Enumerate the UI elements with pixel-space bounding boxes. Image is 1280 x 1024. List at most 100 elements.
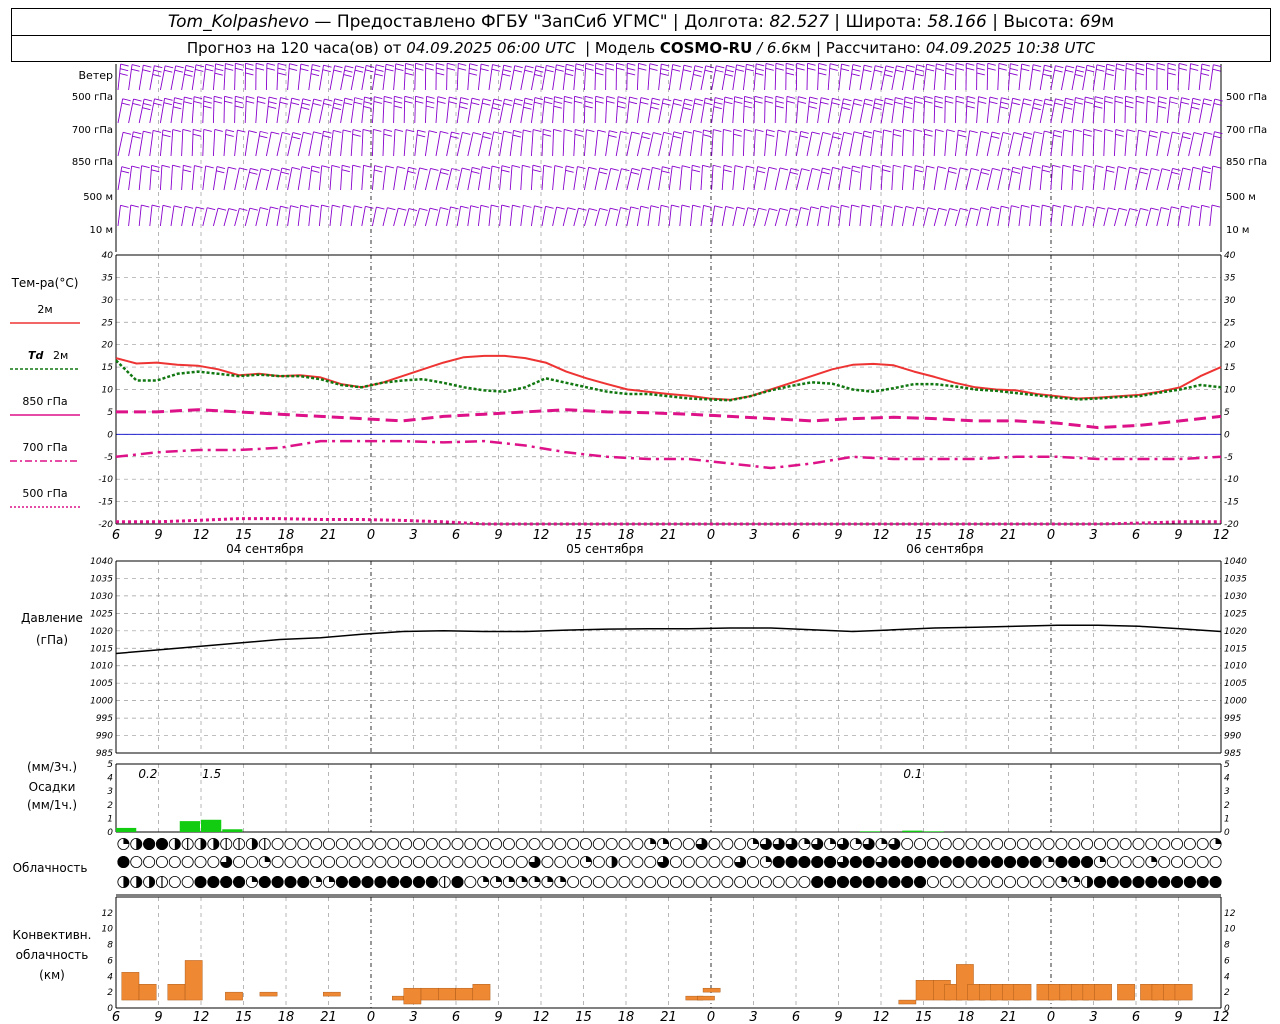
- wind-barb: [965, 168, 972, 191]
- wind-barb: [838, 205, 842, 227]
- wind-barb: [1124, 208, 1131, 227]
- wind-barb-flag: [1172, 168, 1181, 171]
- wind-barb-flag: [599, 208, 608, 211]
- wind-barb-flag: [480, 68, 489, 72]
- wind-barb: [594, 208, 601, 227]
- wind-barb-flag: [851, 169, 860, 173]
- wind-barb-flag: [152, 73, 161, 77]
- wind-barb: [117, 63, 122, 91]
- cloud-cover-icon: [297, 838, 310, 851]
- wind-barb-flag: [595, 72, 604, 76]
- wind-barb-flag: [769, 208, 778, 211]
- wind-barb-flag: [1085, 96, 1094, 100]
- wind-barb-flag: [1097, 206, 1106, 210]
- cloud-cover-icon-half: [123, 876, 130, 888]
- wind-barb-flag: [355, 65, 364, 69]
- cloud-cover-icon: [168, 856, 181, 869]
- wind-barb: [159, 129, 164, 157]
- wind-barb-flag: [976, 67, 985, 71]
- wind-barb: [721, 206, 727, 227]
- wind-barb-flag: [638, 67, 647, 71]
- wind-barb: [954, 63, 957, 91]
- wind-barb-flag: [162, 134, 171, 138]
- wind-barb: [446, 168, 453, 191]
- wind-barb-flag: [260, 130, 269, 134]
- wind-barb-flag: [131, 64, 141, 68]
- wind-barb-flag: [323, 64, 332, 68]
- wind-barb-flag: [440, 207, 449, 211]
- wind-barb: [933, 208, 940, 227]
- conv-xtick: 18: [618, 1010, 635, 1024]
- wind-barb-flag: [724, 101, 733, 105]
- wind-barb-flag: [1150, 207, 1159, 211]
- wind-barb-flag: [914, 96, 923, 100]
- wind-barb-flag: [927, 207, 937, 211]
- wind-barb-flag: [425, 62, 434, 66]
- cloud-cover-icon-half: [611, 856, 618, 868]
- wind-barb-flag: [565, 165, 575, 169]
- wind-barb-flag: [733, 128, 742, 132]
- wind-barb-flag: [524, 97, 534, 101]
- wind-barb-flag: [1002, 132, 1012, 135]
- wind-barb-flag: [482, 98, 492, 102]
- wind-barb-flag: [754, 95, 763, 99]
- cloud-cover-icon-full: [258, 876, 271, 889]
- wind-barb: [764, 63, 767, 91]
- temp-xtick: 6: [1132, 528, 1140, 543]
- wind-barb: [923, 165, 927, 191]
- wind-barb-flag: [119, 72, 128, 76]
- wind-barb-flag: [161, 164, 171, 168]
- conv-xtick: 6: [112, 1010, 120, 1024]
- wind-barb: [965, 208, 972, 227]
- conv-ytick: 6: [107, 956, 113, 966]
- wind-barb-flag: [1118, 207, 1128, 211]
- wind-barb-flag: [205, 68, 214, 72]
- wind-barb-flag: [1212, 165, 1221, 169]
- wind-barb: [149, 65, 155, 91]
- wind-barb-flag: [1001, 97, 1010, 101]
- wind-barb-flag: [471, 97, 481, 101]
- wind-barb-flag: [608, 134, 617, 138]
- wind-barb: [446, 131, 452, 157]
- cloud-cover-icon: [618, 838, 631, 851]
- cloud-cover-icon-full: [1106, 876, 1119, 889]
- wind-barb-flag: [757, 166, 766, 170]
- wind-barb-flag: [448, 101, 457, 105]
- wind-barb: [1135, 130, 1139, 157]
- wind-barb-flag: [459, 101, 469, 105]
- wind-barb: [827, 63, 831, 91]
- wind-barb: [414, 96, 416, 124]
- temp-xtick: 18: [618, 528, 635, 543]
- wind-barb-flag: [468, 72, 478, 76]
- wind-barb-flag: [841, 63, 850, 67]
- wind-barb-flag: [214, 129, 223, 132]
- wind-barb-flag: [228, 208, 237, 211]
- wind-barb-flag: [736, 206, 745, 210]
- wind-barb-flag: [333, 102, 342, 106]
- wind-barb: [732, 64, 737, 91]
- wind-barb-flag: [131, 68, 140, 72]
- wind-barb-flag: [605, 67, 614, 71]
- wind-barb: [223, 167, 229, 191]
- cloud-cover-icon-full: [836, 876, 849, 889]
- wind-barb: [976, 168, 983, 191]
- wind-barb-flag: [987, 67, 996, 71]
- wind-barb: [933, 129, 937, 157]
- wind-barb: [1209, 165, 1214, 191]
- cloud-cover-icon-quarter: [1074, 876, 1080, 882]
- wind-barb-flag: [884, 74, 893, 77]
- wind-barb-flag: [588, 166, 597, 170]
- wind-barb-flag: [415, 67, 424, 71]
- wind-barb-flag: [702, 134, 712, 138]
- wind-barb-flag: [766, 129, 775, 133]
- wind-barb: [403, 167, 409, 191]
- wind-barb-flag: [724, 96, 733, 100]
- cloud-cover-icon: [567, 876, 580, 889]
- wind-barb-flag: [1212, 68, 1221, 72]
- wind-barb-flag: [1012, 166, 1021, 170]
- wind-barb-flag: [1052, 204, 1062, 208]
- precip-bar: [201, 819, 222, 832]
- wind-barb-flag: [980, 130, 990, 134]
- precip-ytick: 2: [1224, 801, 1230, 811]
- wind-barb: [1198, 166, 1204, 191]
